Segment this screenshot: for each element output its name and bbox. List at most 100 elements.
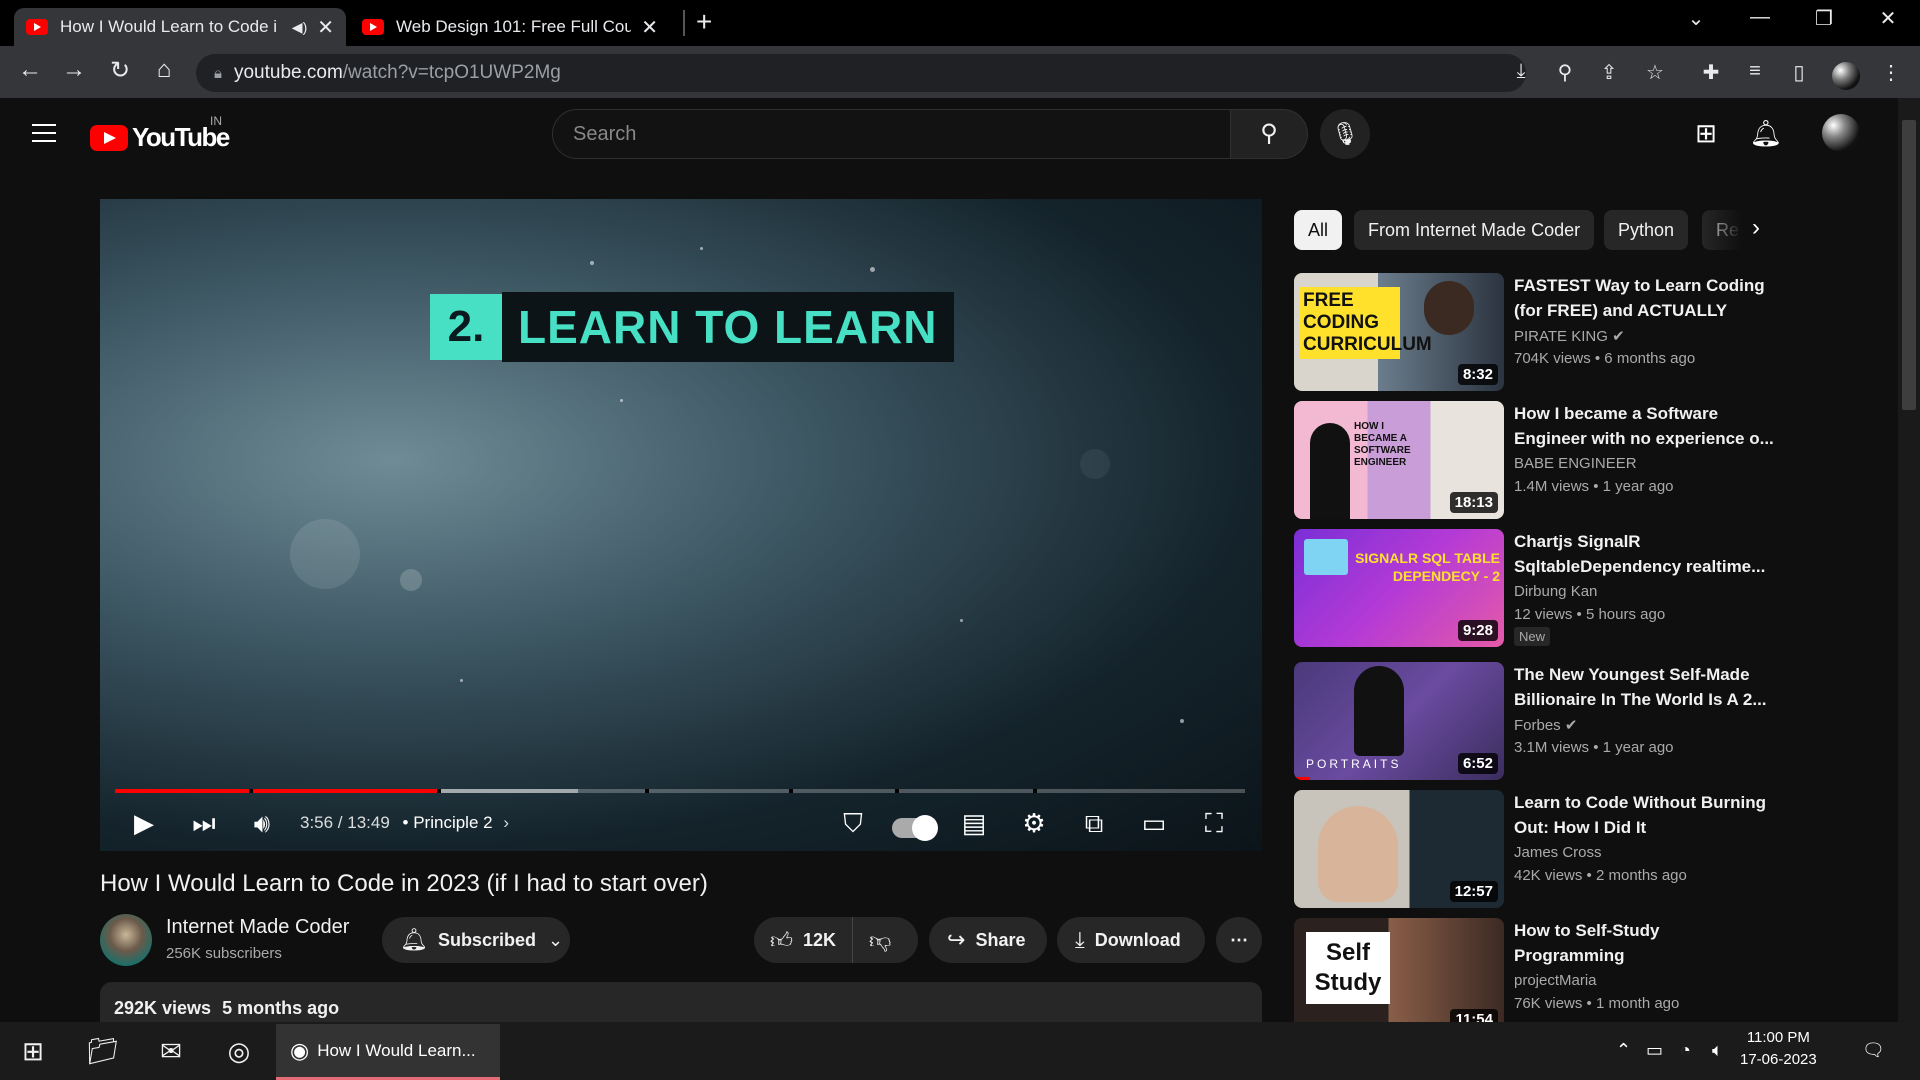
- fullscreen-icon[interactable]: ⛶: [1194, 808, 1234, 840]
- subscribed-button[interactable]: 🔔︎ Subscribed ⌄: [382, 917, 570, 963]
- back-icon[interactable]: ←: [14, 56, 46, 84]
- recommended-video[interactable]: HOW I BECAME A SOFTWARE ENGINEER 18:13 H…: [1294, 401, 1774, 521]
- side-panel-icon[interactable]: ▯: [1784, 60, 1814, 85]
- person-figure: [1310, 423, 1350, 519]
- chip-from-channel[interactable]: From Internet Made Coder: [1354, 210, 1595, 250]
- youtube-logo[interactable]: YouTube: [90, 122, 230, 153]
- bookmark-star-icon[interactable]: ☆: [1640, 60, 1670, 85]
- browser-tab-active[interactable]: How I Would Learn to Code i ◀︎) ✕: [14, 8, 346, 46]
- like-button[interactable]: 👍︎ 12K: [754, 917, 854, 963]
- volume-icon[interactable]: 🔊︎: [242, 808, 282, 840]
- person-figure: [1318, 806, 1398, 902]
- close-tab-icon[interactable]: ✕: [317, 15, 334, 40]
- create-video-icon[interactable]: ⊞: [1686, 118, 1726, 149]
- thumbnail-text: SIGNALR SQL TABLE DEPENDECY - 2: [1355, 550, 1500, 584]
- search-button[interactable]: ⚲: [1230, 109, 1308, 159]
- notification-center-icon[interactable]: 🗨︎: [1862, 1040, 1885, 1061]
- chapter-title[interactable]: • Principle 2: [403, 813, 493, 832]
- view-count: 292K views: [114, 998, 212, 1018]
- subtitles-icon[interactable]: ▤: [954, 808, 994, 839]
- like-dislike-group: 👍︎ 12K 👎︎: [754, 917, 918, 963]
- share-button[interactable]: ↪ Share: [929, 917, 1047, 963]
- zoom-icon[interactable]: ⚲: [1550, 60, 1580, 85]
- settings-gear-icon[interactable]: ⚙: [1014, 808, 1054, 839]
- close-tab-icon[interactable]: ✕: [641, 15, 658, 40]
- download-button[interactable]: ⤓ Download: [1057, 917, 1205, 963]
- search-input[interactable]: Search: [552, 109, 1232, 159]
- hamburger-menu-icon[interactable]: [32, 124, 56, 142]
- battery-icon[interactable]: ▭: [1646, 1040, 1663, 1061]
- window-close-icon[interactable]: ✕: [1868, 6, 1908, 31]
- tab-search-icon[interactable]: ⌄: [1676, 6, 1716, 31]
- install-app-icon[interactable]: ⤓: [1506, 60, 1536, 83]
- minimize-icon[interactable]: —: [1740, 6, 1780, 29]
- reload-icon[interactable]: ↻: [104, 56, 136, 85]
- account-avatar[interactable]: [1822, 114, 1860, 152]
- recommended-video[interactable]: PORTRAITS 6:52 The New Youngest Self-Mad…: [1294, 662, 1774, 782]
- voice-search-button[interactable]: 🎙︎: [1320, 109, 1370, 159]
- video-thumbnail[interactable]: PORTRAITS 6:52: [1294, 662, 1504, 780]
- play-icon[interactable]: ▶: [124, 808, 164, 839]
- chrome-menu-icon[interactable]: ⋮: [1876, 60, 1906, 85]
- browser-tab[interactable]: Web Design 101: Free Full Course ✕: [350, 8, 670, 46]
- recommended-channel: Dirbung Kan: [1514, 583, 1598, 600]
- file-explorer-icon[interactable]: 📁︎: [78, 1030, 128, 1072]
- video-thumbnail[interactable]: Self Study 11:54: [1294, 918, 1504, 1022]
- watched-bar: [1294, 777, 1310, 780]
- notifications-bell-icon[interactable]: 🔔︎: [1746, 118, 1786, 149]
- channel-avatar[interactable]: [100, 914, 152, 966]
- taskbar-clock[interactable]: 11:00 PM 17-06-2023: [1740, 1027, 1817, 1071]
- speaker-icon[interactable]: ◀︎): [292, 19, 307, 36]
- channel-name[interactable]: Internet Made Coder: [166, 916, 349, 939]
- video-thumbnail[interactable]: FREE CODING CURRICULUM 8:32: [1294, 273, 1504, 391]
- more-actions-button[interactable]: ⋯: [1216, 917, 1262, 963]
- chip-next-chevron-icon[interactable]: ›: [1752, 214, 1760, 242]
- thumbs-up-icon: 👍︎: [770, 927, 793, 953]
- video-thumbnail[interactable]: HOW I BECAME A SOFTWARE ENGINEER 18:13: [1294, 401, 1504, 519]
- wifi-icon[interactable]: ◔: [1680, 1040, 1691, 1061]
- card-text: LEARN TO LEARN: [502, 292, 954, 362]
- profile-avatar[interactable]: [1832, 62, 1860, 90]
- chapter-marker: [437, 789, 441, 793]
- new-tab-icon[interactable]: +: [696, 6, 712, 38]
- volume-tray-icon[interactable]: 🔈︎: [1712, 1040, 1723, 1061]
- video-thumbnail[interactable]: SIGNALR SQL TABLE DEPENDECY - 2 9:28: [1294, 529, 1504, 647]
- taskbar-chrome-app[interactable]: ◉ How I Would Learn...: [276, 1024, 500, 1080]
- recommended-title: How to Self-Study Programming: [1514, 921, 1660, 965]
- show-hidden-icons-icon[interactable]: ⌃: [1616, 1040, 1631, 1061]
- tab-title: Web Design 101: Free Full Course: [396, 17, 632, 36]
- chevron-right-icon[interactable]: ›: [503, 813, 509, 832]
- subscribed-label: Subscribed: [437, 929, 536, 950]
- shield-icon[interactable]: ⛉: [833, 808, 873, 840]
- lock-icon[interactable]: 🔒︎: [214, 65, 222, 82]
- next-video-icon[interactable]: ⏭︎: [184, 808, 224, 840]
- url-path: /watch?v=tcpO1UWP2Mg: [342, 62, 561, 83]
- duration-badge: 9:28: [1457, 620, 1498, 641]
- theater-mode-icon[interactable]: ▭: [1134, 808, 1174, 839]
- dislike-button[interactable]: 👎︎: [853, 927, 907, 954]
- mail-icon[interactable]: ✉: [146, 1030, 196, 1072]
- edge-browser-icon[interactable]: ◎: [214, 1030, 264, 1072]
- video-thumbnail[interactable]: 12:57: [1294, 790, 1504, 908]
- recommended-video[interactable]: Self Study 11:54 How to Self-Study Progr…: [1294, 918, 1774, 1022]
- scrollbar-thumb[interactable]: [1902, 120, 1916, 410]
- restore-icon[interactable]: ❐: [1804, 6, 1844, 31]
- monitor-illustration: [1304, 539, 1348, 575]
- media-controls-icon[interactable]: ≡: [1740, 60, 1770, 83]
- home-icon[interactable]: ⌂: [148, 56, 180, 84]
- miniplayer-icon[interactable]: ⧉: [1074, 808, 1114, 840]
- recommended-video[interactable]: 12:57 Learn to Code Without Burning Out:…: [1294, 790, 1774, 910]
- autoplay-toggle[interactable]: [892, 815, 938, 841]
- forward-icon[interactable]: →: [58, 56, 90, 84]
- share-page-icon[interactable]: ⇪: [1594, 60, 1624, 85]
- progress-bar[interactable]: [115, 789, 1245, 793]
- recommended-title: FASTEST Way to Learn Coding (for FREE) a…: [1514, 276, 1765, 320]
- windows-start-icon[interactable]: ⊞: [8, 1030, 58, 1072]
- chip-all[interactable]: All: [1294, 210, 1343, 250]
- recommended-video[interactable]: SIGNALR SQL TABLE DEPENDECY - 2 9:28 Cha…: [1294, 529, 1774, 649]
- recommended-meta: 12 views • 5 hours ago: [1514, 606, 1665, 623]
- address-bar[interactable]: 🔒︎ youtube.com/watch?v=tcpO1UWP2Mg: [196, 54, 1526, 92]
- chip-python[interactable]: Python: [1604, 210, 1689, 250]
- extensions-icon[interactable]: ✚: [1696, 60, 1726, 85]
- recommended-video[interactable]: FREE CODING CURRICULUM 8:32 FASTEST Way …: [1294, 273, 1774, 393]
